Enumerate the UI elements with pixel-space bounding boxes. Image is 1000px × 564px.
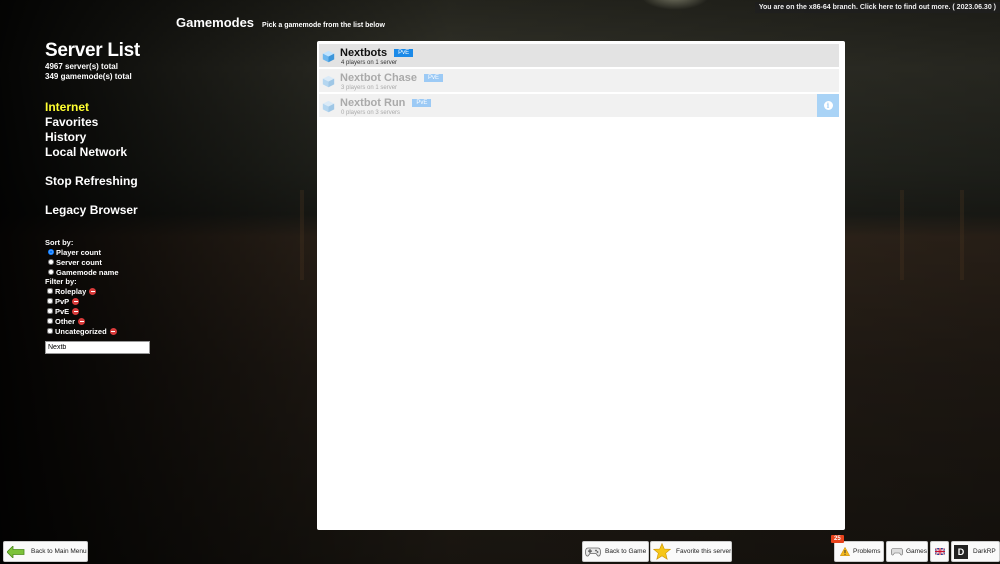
gamemode-name: Nextbot Chase	[340, 72, 418, 84]
star-icon	[653, 543, 671, 560]
exclude-icon[interactable]	[89, 287, 97, 295]
page-title: Gamemodes	[176, 15, 255, 30]
back-to-game-button[interactable]: Back to Game	[582, 541, 649, 562]
gamemodes-header: Gamemodes Pick a gamemode from the list …	[176, 15, 385, 30]
gamemodes-total: 349 gamemode(s) total	[45, 72, 132, 81]
back-arrow-icon	[7, 545, 25, 558]
ceiling-light-decoration	[640, 0, 710, 10]
darkrp-label: DarkRP	[973, 548, 996, 555]
gamemode-search-input[interactable]	[45, 341, 150, 354]
gamemode-player-count: 0 players on 3 servers	[341, 110, 401, 116]
darkrp-logo-icon: D	[954, 544, 968, 559]
language-button[interactable]	[930, 541, 949, 562]
filter-other-checkbox[interactable]	[47, 318, 53, 324]
gamemode-tag-badge: PvE	[394, 49, 414, 57]
sort-server-count-label: Server count	[56, 257, 102, 267]
games-label: Games	[906, 548, 927, 555]
filter-pve[interactable]: PvE	[45, 306, 155, 316]
page-subtitle: Pick a gamemode from the list below	[262, 22, 385, 29]
legacy-browser-button[interactable]: Legacy Browser	[45, 203, 155, 218]
nav-item-local-network[interactable]: Local Network	[45, 145, 155, 160]
filter-roleplay-label: Roleplay	[55, 286, 87, 296]
servers-total: 4967 server(s) total	[45, 62, 118, 71]
nav-item-internet[interactable]: Internet	[45, 100, 155, 115]
nav-item-favorites[interactable]: Favorites	[45, 115, 155, 130]
favorite-server-label: Favorite this server	[676, 548, 732, 555]
problems-button[interactable]: Problems	[834, 541, 884, 562]
uk-flag-icon	[934, 548, 945, 555]
exclude-icon[interactable]	[72, 307, 80, 315]
gamemode-cube-icon	[322, 100, 335, 113]
filter-uncategorized-checkbox[interactable]	[47, 328, 53, 334]
favorite-server-button[interactable]: Favorite this server	[650, 541, 732, 562]
filter-uncategorized[interactable]: Uncategorized	[45, 326, 155, 336]
problems-label: Problems	[853, 548, 881, 555]
back-to-main-menu-button[interactable]: Back to Main Menu	[3, 541, 88, 562]
gamemode-row[interactable]: Nextbot Run PvE 0 players on 3 servers i	[319, 94, 839, 117]
exclude-icon[interactable]	[109, 327, 117, 335]
sort-option-gamemode-name[interactable]: Gamemode name	[45, 267, 155, 277]
filter-pve-checkbox[interactable]	[47, 308, 53, 314]
back-to-game-label: Back to Game	[605, 548, 647, 555]
exclude-icon[interactable]	[72, 297, 80, 305]
gamemode-info-button[interactable]: i	[817, 94, 839, 117]
gamepad-icon	[891, 548, 903, 556]
exclude-icon[interactable]	[78, 317, 86, 325]
filter-pvp[interactable]: PvP	[45, 296, 155, 306]
gamemode-row[interactable]: Nextbot Chase PvE 3 players on 1 server	[319, 69, 839, 92]
filter-pvp-label: PvP	[55, 296, 70, 306]
filter-pvp-checkbox[interactable]	[47, 298, 53, 304]
gamemode-tag-badge: PvE	[424, 74, 444, 82]
sort-option-player-count[interactable]: Player count	[45, 247, 155, 257]
filter-roleplay-checkbox[interactable]	[47, 288, 53, 294]
nav-item-history[interactable]: History	[45, 130, 155, 145]
sort-gamemode-name-radio[interactable]	[48, 269, 54, 275]
back-to-main-menu-label: Back to Main Menu	[31, 548, 87, 555]
filter-uncategorized-label: Uncategorized	[55, 326, 107, 336]
sort-gamemode-name-label: Gamemode name	[56, 267, 119, 277]
gamemode-row[interactable]: Nextbots PvE 4 players on 1 server	[319, 44, 839, 67]
filter-other-label: Other	[55, 316, 76, 326]
sort-player-count-radio[interactable]	[48, 249, 54, 255]
gamemode-name: Nextbots	[340, 47, 388, 59]
gamemode-player-count: 3 players on 1 server	[341, 85, 398, 91]
gamemode-name: Nextbot Run	[340, 97, 406, 109]
stop-refreshing-button[interactable]: Stop Refreshing	[45, 174, 155, 189]
server-list-title: Server List	[45, 40, 140, 61]
gamemode-cube-icon	[322, 75, 335, 88]
filter-other[interactable]: Other	[45, 316, 155, 326]
games-button[interactable]: Games	[886, 541, 928, 562]
filter-pve-label: PvE	[55, 306, 70, 316]
sort-by-label: Sort by:	[45, 238, 74, 247]
sidebar-nav: Internet Favorites History Local Network…	[45, 100, 155, 218]
gamemode-player-count: 4 players on 1 server	[341, 60, 398, 66]
filter-roleplay[interactable]: Roleplay	[45, 286, 155, 296]
sort-player-count-label: Player count	[56, 247, 102, 257]
gamemode-cube-icon	[322, 50, 335, 63]
sort-option-server-count[interactable]: Server count	[45, 257, 155, 267]
warning-icon	[840, 547, 850, 556]
sort-server-count-radio[interactable]	[48, 259, 54, 265]
gamemode-tag-badge: PvE	[412, 99, 432, 107]
problems-count-badge: 25	[831, 535, 844, 543]
gamemode-list: Nextbots PvE 4 players on 1 server Nextb…	[317, 41, 845, 530]
gamepad-icon	[585, 547, 601, 557]
branch-notice[interactable]: You are on the x86-64 branch. Click here…	[754, 2, 1000, 13]
info-icon: i	[823, 101, 833, 110]
gamemode-darkrp-button[interactable]: D DarkRP	[951, 541, 1000, 562]
filter-by-label: Filter by:	[45, 277, 77, 286]
sidebar: Server List 4967 server(s) total 349 gam…	[45, 40, 155, 354]
